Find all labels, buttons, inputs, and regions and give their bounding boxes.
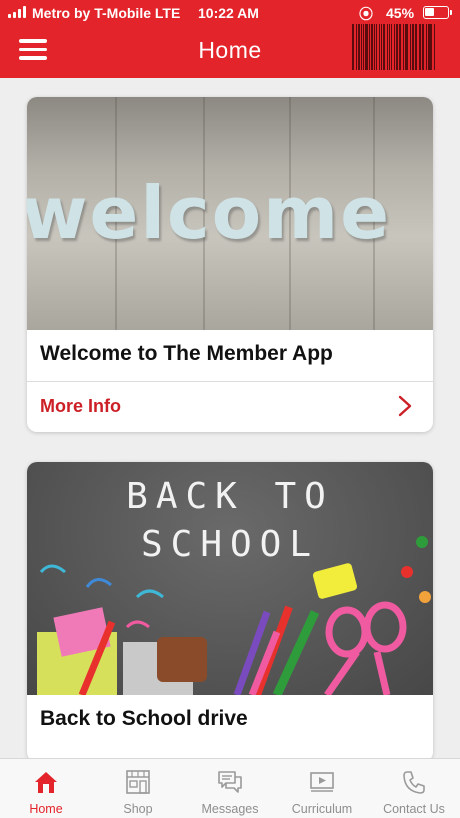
barcode-stripe	[379, 24, 380, 70]
messages-icon	[218, 771, 242, 793]
barcode-stripe	[425, 24, 427, 70]
tab-label: Messages	[201, 802, 259, 816]
barcode-stripe	[365, 24, 368, 70]
tab-contact-us[interactable]: Contact Us	[368, 759, 460, 818]
home-icon	[35, 772, 57, 793]
barcode-stripe	[391, 24, 393, 70]
tab-label: Home	[29, 802, 63, 816]
barcode-stripe	[398, 24, 401, 70]
barcode-stripe	[360, 24, 362, 70]
news-card-welcome[interactable]: welcome Welcome to The Member App More I…	[27, 97, 433, 432]
barcode-stripe	[388, 24, 391, 70]
barcode-stripe	[418, 24, 420, 70]
tab-label: Contact Us	[383, 802, 445, 816]
chevron-right-icon	[398, 395, 412, 417]
tab-curriculum[interactable]: Curriculum	[276, 759, 368, 818]
barcode-stripe	[422, 24, 424, 70]
barcode-stripe	[411, 24, 415, 70]
barcode-stripe	[387, 24, 388, 70]
barcode-stripe	[371, 24, 373, 70]
tab-home[interactable]: Home	[0, 759, 92, 818]
barcode-stripe	[402, 24, 404, 70]
bottom-tab-bar: Home Shop Messages Curriculum Contact Us	[0, 758, 460, 818]
barcode-stripe	[356, 24, 358, 70]
card-title: Back to School drive	[40, 707, 248, 730]
barcode-stripe	[395, 24, 398, 70]
barcode-stripe	[382, 24, 386, 70]
app-header: Metro by T-Mobile LTE 10:22 AM ⦿ 45% Hom…	[0, 0, 460, 78]
barcode-stripe	[433, 24, 436, 70]
carrier-label: Metro by T-Mobile LTE	[32, 5, 181, 21]
status-time: 10:22 AM	[198, 5, 259, 21]
school-supplies-illustration	[37, 536, 431, 695]
card-image-back-to-school: BACK TO SCHOOL	[27, 462, 433, 695]
barcode-stripe	[368, 24, 370, 70]
barcode-stripe	[406, 24, 408, 70]
tab-label: Shop	[123, 802, 153, 816]
tab-messages[interactable]: Messages	[184, 759, 276, 818]
barcode-stripe	[376, 24, 378, 70]
barcode-stripe	[427, 24, 429, 70]
video-icon	[310, 772, 334, 792]
status-bar: Metro by T-Mobile LTE 10:22 AM ⦿ 45%	[0, 0, 460, 26]
battery-icon	[423, 6, 452, 19]
barcode-stripe	[373, 24, 376, 70]
barcode-stripe	[409, 24, 411, 70]
barcode-stripe	[380, 24, 382, 70]
phone-icon	[403, 771, 425, 794]
barcode-stripe	[358, 24, 360, 70]
barcode-stripe	[404, 24, 406, 70]
barcode-stripe	[420, 24, 422, 70]
tab-label: Curriculum	[291, 802, 353, 816]
tab-shop[interactable]: Shop	[92, 759, 184, 818]
battery-percent: 45%	[386, 5, 415, 21]
signal-icon	[8, 6, 26, 18]
card-image-welcome: welcome	[27, 97, 433, 330]
barcode-stripe	[363, 24, 365, 70]
orientation-lock-icon: ⦿	[359, 6, 373, 22]
news-card-back-to-school[interactable]: BACK TO SCHOOL Back to School drive	[27, 462, 433, 762]
battery-fill	[425, 8, 434, 16]
barcode-stripe	[429, 24, 432, 70]
barcode-stripe	[394, 24, 395, 70]
card-title: Welcome to The Member App	[40, 342, 333, 365]
barcode-icon[interactable]	[352, 24, 436, 70]
barcode-stripe	[415, 24, 417, 70]
barcode-stripe	[352, 24, 355, 70]
more-info-label: More Info	[40, 396, 121, 416]
shop-icon	[126, 770, 150, 794]
card-image-text: welcome	[27, 171, 392, 255]
more-info-button[interactable]: More Info	[27, 382, 433, 432]
